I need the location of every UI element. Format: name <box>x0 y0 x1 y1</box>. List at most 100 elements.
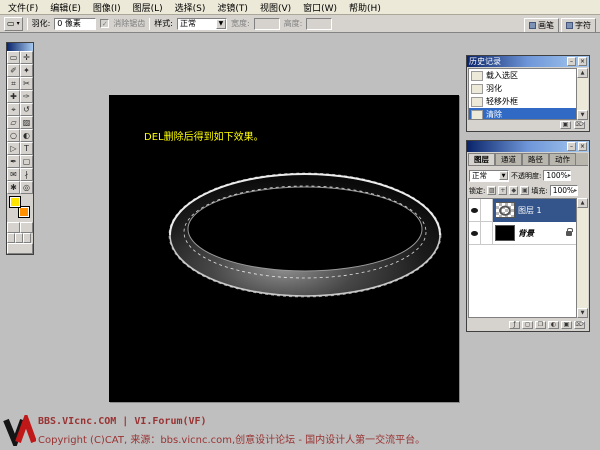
history-item[interactable]: 羽化 <box>469 82 576 95</box>
tool-eyedropper[interactable]: ∤ <box>20 168 33 181</box>
menu-select[interactable]: 选择(S) <box>169 0 212 15</box>
palette-tab-brushes[interactable]: 画笔 <box>524 18 559 32</box>
history-item[interactable]: 轻移外框 <box>469 95 576 108</box>
history-scrollbar[interactable]: ▲ ▼ <box>577 68 588 120</box>
tool-rectangular-marquee[interactable]: ▭ <box>7 51 20 64</box>
layer-row-background[interactable]: 背景 <box>469 222 576 245</box>
tool-shape[interactable]: ▢ <box>20 155 33 168</box>
tool-blur[interactable]: ○ <box>7 129 20 142</box>
tool-brush[interactable]: ✑ <box>20 90 33 103</box>
layer-thumbnail[interactable] <box>495 202 515 218</box>
tool-healing-brush[interactable]: ✚ <box>7 90 20 103</box>
fullscreen-button[interactable] <box>23 233 31 243</box>
adjustment-layer-icon[interactable]: ◐ <box>548 321 559 329</box>
tool-path-selection[interactable]: ▷ <box>7 142 20 155</box>
close-icon[interactable]: × <box>578 57 587 66</box>
tool-notes[interactable]: ✉ <box>7 168 20 181</box>
opacity-input[interactable]: 100% ▸ <box>543 170 571 181</box>
feather-input[interactable] <box>54 18 96 30</box>
tool-gradient[interactable]: ▨ <box>20 116 33 129</box>
layer-set-icon[interactable]: ❒ <box>535 321 546 329</box>
scroll-down-icon[interactable]: ▼ <box>577 308 588 318</box>
layers-scrollbar[interactable]: ▲ ▼ <box>577 198 588 318</box>
menu-layer[interactable]: 图层(L) <box>127 0 169 15</box>
tool-eraser[interactable]: ▱ <box>7 116 20 129</box>
layer-main[interactable]: 背景 <box>493 222 576 245</box>
scroll-down-icon[interactable]: ▼ <box>577 110 588 120</box>
tool-crop[interactable]: ⌗ <box>7 77 20 90</box>
fill-input[interactable]: 100% ▸ <box>550 185 578 196</box>
delete-layer-icon[interactable]: ⌦ <box>574 321 585 329</box>
menu-image[interactable]: 图像(I) <box>87 0 127 15</box>
tool-pen[interactable]: ✒ <box>7 155 20 168</box>
lock-position-icon[interactable]: ◆ <box>509 186 518 195</box>
close-icon[interactable]: × <box>578 142 587 151</box>
menu-window[interactable]: 窗口(W) <box>297 0 343 15</box>
tab-channels[interactable]: 通道 <box>495 153 522 165</box>
tab-actions[interactable]: 动作 <box>549 153 576 165</box>
menu-file[interactable]: 文件(F) <box>2 0 44 15</box>
minimize-icon[interactable]: – <box>567 142 576 151</box>
tool-slice[interactable]: ✂ <box>20 77 33 90</box>
tab-layers[interactable]: 图层 <box>468 153 495 165</box>
width-input[interactable] <box>254 18 280 30</box>
new-layer-icon[interactable]: ▣ <box>561 321 572 329</box>
scroll-track[interactable] <box>577 208 588 308</box>
antialias-checkbox[interactable]: ✓ <box>100 19 109 28</box>
tool-magic-wand[interactable]: ✦ <box>20 64 33 77</box>
layer-style-icon[interactable]: ƒ <box>509 321 520 329</box>
visibility-cell[interactable] <box>469 199 481 222</box>
scroll-up-icon[interactable]: ▲ <box>577 68 588 78</box>
standard-mode-button[interactable] <box>7 222 20 233</box>
lock-transparency-icon[interactable]: ▨ <box>487 186 496 195</box>
layers-titlebar[interactable]: – × <box>467 141 589 152</box>
document-canvas[interactable]: DEL删除后得到如下效果。 <box>109 95 459 402</box>
trash-icon[interactable]: ⌦ <box>574 121 585 129</box>
menu-edit[interactable]: 编辑(E) <box>44 0 87 15</box>
lock-pixels-icon[interactable]: + <box>498 186 507 195</box>
tool-history-brush[interactable]: ↺ <box>20 103 33 116</box>
layer-thumbnail[interactable] <box>495 225 515 241</box>
palette-tab-character[interactable]: 字符 <box>561 18 596 32</box>
history-item-selected[interactable]: 清除 <box>469 108 576 120</box>
history-item[interactable]: 载入选区 <box>469 69 576 82</box>
minimize-icon[interactable]: – <box>567 57 576 66</box>
tool-hand[interactable]: ✱ <box>7 181 20 194</box>
link-cell[interactable] <box>481 222 493 245</box>
spinner-icon[interactable]: ▸ <box>568 172 571 179</box>
lock-all-icon[interactable]: ▣ <box>520 186 529 195</box>
tool-move[interactable]: ✛ <box>20 51 33 64</box>
new-snapshot-icon[interactable]: ▣ <box>560 121 571 129</box>
chevron-down-icon: ▼ <box>216 19 226 29</box>
tool-grid: ▭ ✛ ✐ ✦ ⌗ ✂ ✚ ✑ ⌖ ↺ ▱ ▨ ○ ◐ ▷ T ✒ ▢ ✉ ∤ … <box>7 51 33 194</box>
height-input[interactable] <box>306 18 332 30</box>
imageready-button[interactable] <box>7 243 33 254</box>
standard-screen-button[interactable] <box>7 233 15 243</box>
history-titlebar[interactable]: 历史记录 – × <box>467 56 589 67</box>
scroll-track[interactable] <box>577 78 588 110</box>
visibility-cell[interactable] <box>469 222 481 245</box>
layer-mask-icon[interactable]: ◻ <box>522 321 533 329</box>
quickmask-mode-button[interactable] <box>20 222 33 233</box>
tool-zoom[interactable]: ◎ <box>20 181 33 194</box>
divider <box>149 18 150 30</box>
link-cell[interactable]: ✑ <box>481 199 493 222</box>
scroll-up-icon[interactable]: ▲ <box>577 198 588 208</box>
tab-paths[interactable]: 路径 <box>522 153 549 165</box>
toolbox-titlebar[interactable] <box>7 43 33 51</box>
layer-main[interactable]: 图层 1 <box>493 199 576 222</box>
menu-help[interactable]: 帮助(H) <box>343 0 387 15</box>
fullscreen-menubar-button[interactable] <box>15 233 23 243</box>
layer-row-layer1[interactable]: ✑ 图层 1 <box>469 199 576 222</box>
menu-view[interactable]: 视图(V) <box>254 0 297 15</box>
tool-type[interactable]: T <box>20 142 33 155</box>
blend-mode-select[interactable]: 正常 ▼ <box>469 170 509 182</box>
tool-preset-picker[interactable]: ▭ ▾ <box>4 17 23 31</box>
tool-clone-stamp[interactable]: ⌖ <box>7 103 20 116</box>
style-select[interactable]: 正常 ▼ <box>177 18 227 30</box>
spinner-icon[interactable]: ▸ <box>574 187 577 194</box>
foreground-color-swatch[interactable] <box>9 196 21 208</box>
tool-dodge[interactable]: ◐ <box>20 129 33 142</box>
menu-filter[interactable]: 滤镜(T) <box>211 0 254 15</box>
tool-lasso[interactable]: ✐ <box>7 64 20 77</box>
